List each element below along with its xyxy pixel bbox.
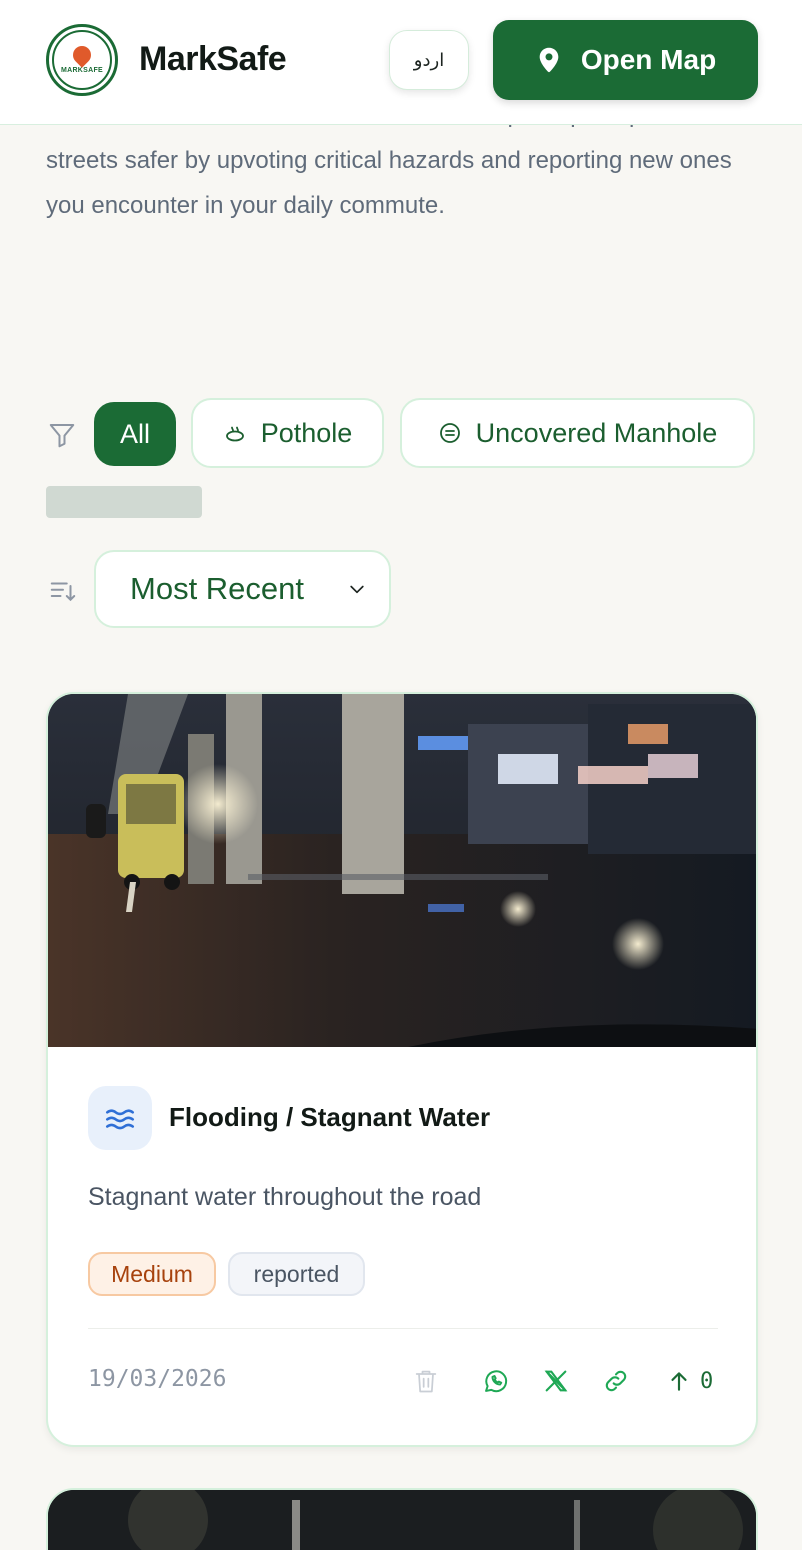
delete-button[interactable] bbox=[411, 1366, 441, 1396]
card-divider bbox=[88, 1328, 718, 1329]
logo-text: MARKSAFE bbox=[60, 67, 104, 74]
map-pin-icon bbox=[539, 47, 559, 73]
report-photo bbox=[48, 694, 756, 1047]
share-whatsapp-button[interactable] bbox=[481, 1366, 511, 1396]
category-icon-badge bbox=[88, 1086, 152, 1150]
x-logo-icon bbox=[544, 1370, 568, 1392]
filter-chip-label: All bbox=[119, 418, 150, 449]
sort-selected-value: Most Recent bbox=[130, 571, 305, 606]
status-badge: reported bbox=[228, 1252, 365, 1296]
brand-name[interactable]: MarkSafe bbox=[139, 40, 287, 79]
whatsapp-icon bbox=[485, 1370, 508, 1393]
pothole-icon bbox=[225, 426, 244, 442]
logo-pin-icon bbox=[69, 42, 95, 68]
filter-chip-label: Pothole bbox=[260, 417, 353, 448]
report-description: Stagnant water throughout the road bbox=[88, 1183, 482, 1211]
app-header: MARKSAFE MarkSafe اردو Open Map bbox=[0, 0, 802, 125]
filter-chip-label: Uncovered Manhole bbox=[475, 417, 718, 448]
report-card[interactable] bbox=[46, 1488, 758, 1550]
severity-badge: Medium bbox=[88, 1252, 216, 1296]
loading-skeleton bbox=[46, 486, 202, 518]
open-map-label: Open Map bbox=[580, 44, 717, 75]
night-road-photo bbox=[48, 694, 756, 1047]
language-toggle-button[interactable]: اردو bbox=[389, 30, 469, 90]
logo-emblem: MARKSAFE bbox=[52, 30, 112, 90]
report-date: 19/03/2026 bbox=[88, 1366, 227, 1392]
chevron-down-icon bbox=[350, 585, 364, 594]
filter-chip-pothole[interactable]: Pothole bbox=[191, 398, 384, 468]
manhole-icon bbox=[439, 423, 460, 443]
filter-icon bbox=[49, 424, 75, 448]
upvote-count: 0 bbox=[700, 1368, 714, 1394]
report-card[interactable]: Flooding / Stagnant Water Stagnant water… bbox=[46, 692, 758, 1447]
sort-select[interactable]: Most Recent bbox=[94, 550, 391, 628]
filter-chip-uncovered-manhole[interactable]: Uncovered Manhole bbox=[400, 398, 755, 468]
filter-chip-all[interactable]: All bbox=[94, 402, 176, 466]
marksafe-logo[interactable]: MARKSAFE bbox=[46, 24, 118, 96]
arrow-up-icon bbox=[671, 1372, 687, 1391]
link-icon bbox=[605, 1370, 627, 1392]
water-waves-icon bbox=[105, 1109, 135, 1130]
share-x-button[interactable] bbox=[541, 1366, 571, 1396]
sort-icon bbox=[50, 582, 76, 602]
copy-link-button[interactable] bbox=[601, 1366, 631, 1396]
report-category: Flooding / Stagnant Water bbox=[169, 1102, 491, 1132]
upvote-button[interactable]: 0 bbox=[666, 1364, 713, 1398]
trash-icon bbox=[415, 1370, 437, 1393]
open-map-button[interactable]: Open Map bbox=[493, 20, 758, 100]
report-photo bbox=[48, 1490, 756, 1550]
